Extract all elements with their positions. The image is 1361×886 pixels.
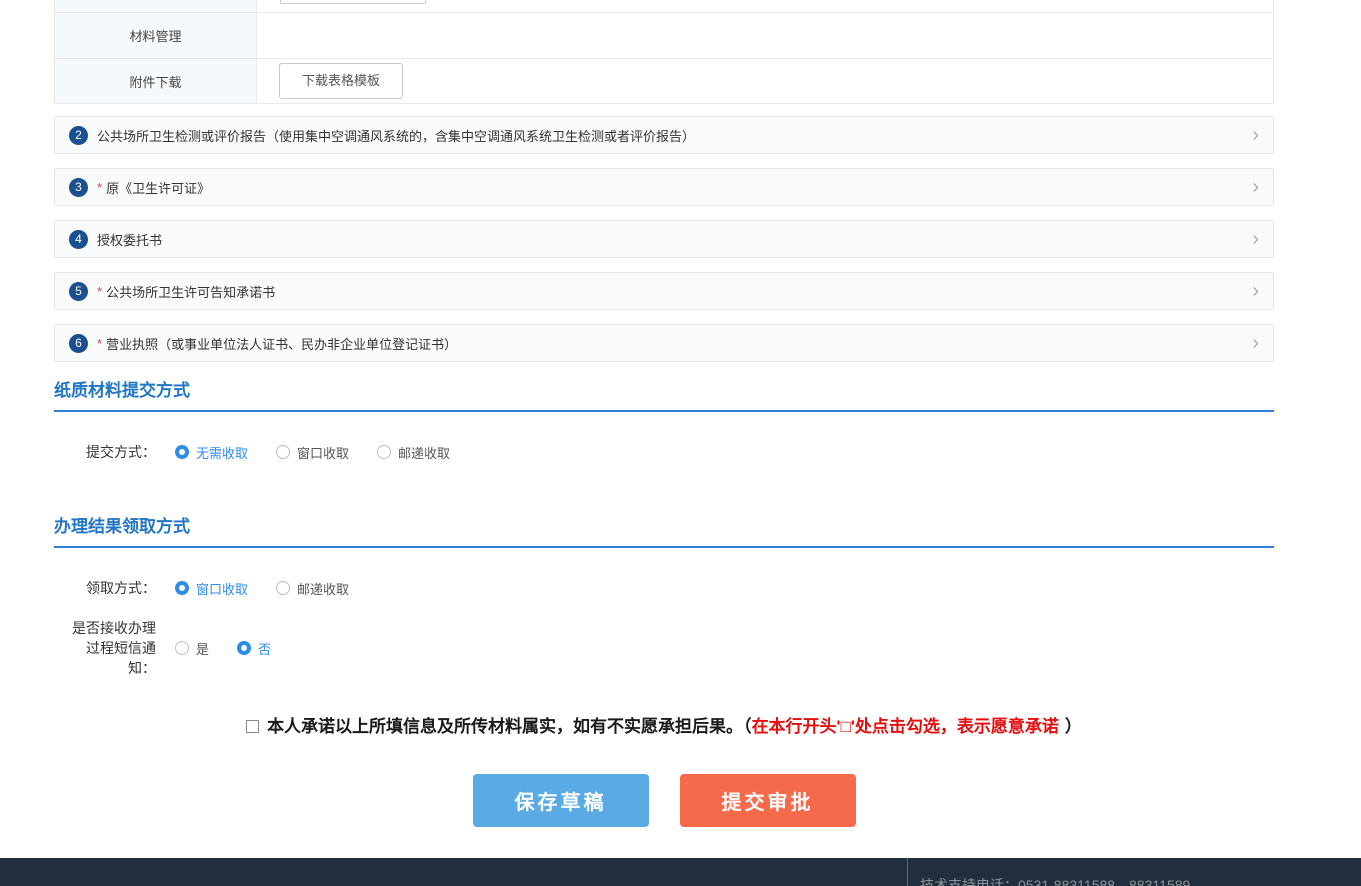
table-row: 材料管理 xyxy=(55,12,1273,58)
collection-method-radio-group: 窗口收取 邮递收取 xyxy=(175,579,377,598)
sms-notification-row: 是否接收办理 过程短信通 知： 是 否 xyxy=(54,618,1274,678)
sms-radio-group: 是 否 xyxy=(175,639,299,658)
collection-method-row: 领取方式： 窗口收取 邮递收取 xyxy=(54,578,1274,598)
paren-open: （ xyxy=(743,717,752,736)
accordion-label: 授权委托书 xyxy=(97,230,162,249)
form-content: 材料管理 附件下载 下载表格模板 2 公共场所卫生检测或评价报告（使用集中空调通… xyxy=(54,0,1274,827)
page-footer: 技术支持电话：0531-88311588、88311589 xyxy=(0,858,1361,886)
download-template-button[interactable]: 下载表格模板 xyxy=(279,63,403,99)
radio-option-window-pickup[interactable]: 窗口收取 xyxy=(175,579,248,598)
accordion-item-5[interactable]: 5 * 公共场所卫生许可告知承诺书 › xyxy=(54,272,1274,310)
commitment-text: 本人承诺以上所填信息及所传材料属实，如有不实愿承担后果。 xyxy=(267,717,743,736)
radio-icon xyxy=(276,581,290,595)
accordion-item-4[interactable]: 4 授权委托书 › xyxy=(54,220,1274,258)
chevron-right-icon: › xyxy=(1252,229,1259,249)
section-title-result-collection: 办理结果领取方式 xyxy=(54,512,1274,548)
radio-option-mail-collection[interactable]: 邮递收取 xyxy=(377,443,450,462)
truncated-label-cell xyxy=(55,0,257,12)
radio-option-label: 否 xyxy=(258,639,271,658)
save-draft-button[interactable]: 保存草稿 xyxy=(473,774,649,827)
required-marker: * xyxy=(97,284,102,299)
accordion-label: 公共场所卫生许可告知承诺书 xyxy=(106,282,275,301)
accordion-label: 营业执照（或事业单位法人证书、民办非企业单位登记证书） xyxy=(106,334,457,353)
paren-close: ） xyxy=(1065,717,1082,736)
support-phone-text: 技术支持电话：0531-88311588、88311589 xyxy=(920,875,1190,886)
row-label: 材料管理 xyxy=(55,13,257,58)
truncated-field-box[interactable] xyxy=(280,0,426,4)
radio-option-mail-pickup[interactable]: 邮递收取 xyxy=(276,579,349,598)
accordion-item-6[interactable]: 6 * 营业执照（或事业单位法人证书、民办非企业单位登记证书） › xyxy=(54,324,1274,362)
radio-option-label: 邮递收取 xyxy=(398,443,450,462)
section-title-paper-submission: 纸质材料提交方式 xyxy=(54,376,1274,412)
submission-method-row: 提交方式： 无需收取 窗口收取 邮递收取 xyxy=(54,442,1274,462)
radio-option-label: 是 xyxy=(196,639,209,658)
radio-option-window-collection[interactable]: 窗口收取 xyxy=(276,443,349,462)
collection-method-label: 领取方式： xyxy=(70,578,156,598)
step-number-badge: 5 xyxy=(69,282,88,301)
accordion-label: 公共场所卫生检测或评价报告（使用集中空调通风系统的，含集中空调通风系统卫生检测或… xyxy=(97,126,695,145)
material-accordion-list: 2 公共场所卫生检测或评价报告（使用集中空调通风系统的，含集中空调通风系统卫生检… xyxy=(54,116,1274,362)
radio-option-label: 邮递收取 xyxy=(297,579,349,598)
step-number-badge: 3 xyxy=(69,178,88,197)
submission-method-label: 提交方式： xyxy=(70,442,156,462)
chevron-right-icon: › xyxy=(1252,177,1259,197)
required-marker: * xyxy=(97,180,102,195)
attachment-table: 材料管理 附件下载 下载表格模板 xyxy=(54,0,1274,104)
radio-icon xyxy=(377,445,391,459)
table-row: 附件下载 下载表格模板 xyxy=(55,58,1273,104)
commitment-line: 本人承诺以上所填信息及所传材料属实，如有不实愿承担后果。（在本行开头'□'处点击… xyxy=(54,716,1274,738)
radio-icon xyxy=(175,445,189,459)
accordion-item-3[interactable]: 3 * 原《卫生许可证》 › xyxy=(54,168,1274,206)
radio-icon xyxy=(237,641,251,655)
row-label: 附件下载 xyxy=(55,59,257,103)
sms-notification-label: 是否接收办理 过程短信通 知： xyxy=(70,618,156,678)
radio-option-yes[interactable]: 是 xyxy=(175,639,209,658)
accordion-label: 原《卫生许可证》 xyxy=(106,178,210,197)
radio-icon xyxy=(175,641,189,655)
radio-icon xyxy=(175,581,189,595)
radio-option-label: 窗口收取 xyxy=(196,579,248,598)
radio-option-no[interactable]: 否 xyxy=(237,639,271,658)
step-number-badge: 6 xyxy=(69,334,88,353)
step-number-badge: 4 xyxy=(69,230,88,249)
table-row-truncated xyxy=(55,0,1273,12)
submit-approval-button[interactable]: 提交审批 xyxy=(680,774,856,827)
material-manage-cell xyxy=(257,13,1273,58)
chevron-right-icon: › xyxy=(1252,125,1259,145)
chevron-right-icon: › xyxy=(1252,281,1259,301)
radio-option-no-collection[interactable]: 无需收取 xyxy=(175,443,248,462)
footer-divider xyxy=(907,858,908,886)
commitment-checkbox[interactable] xyxy=(246,720,259,733)
required-marker: * xyxy=(97,336,102,351)
attachment-download-cell: 下载表格模板 xyxy=(257,59,1273,103)
submission-method-radio-group: 无需收取 窗口收取 邮递收取 xyxy=(175,443,478,462)
action-buttons: 保存草稿 提交审批 xyxy=(54,774,1274,827)
commitment-highlight-text: 在本行开头'□'处点击勾选，表示愿意承诺 xyxy=(752,717,1059,736)
step-number-badge: 2 xyxy=(69,126,88,145)
radio-option-label: 窗口收取 xyxy=(297,443,349,462)
radio-icon xyxy=(276,445,290,459)
accordion-item-2[interactable]: 2 公共场所卫生检测或评价报告（使用集中空调通风系统的，含集中空调通风系统卫生检… xyxy=(54,116,1274,154)
chevron-right-icon: › xyxy=(1252,333,1259,353)
radio-option-label: 无需收取 xyxy=(196,443,248,462)
